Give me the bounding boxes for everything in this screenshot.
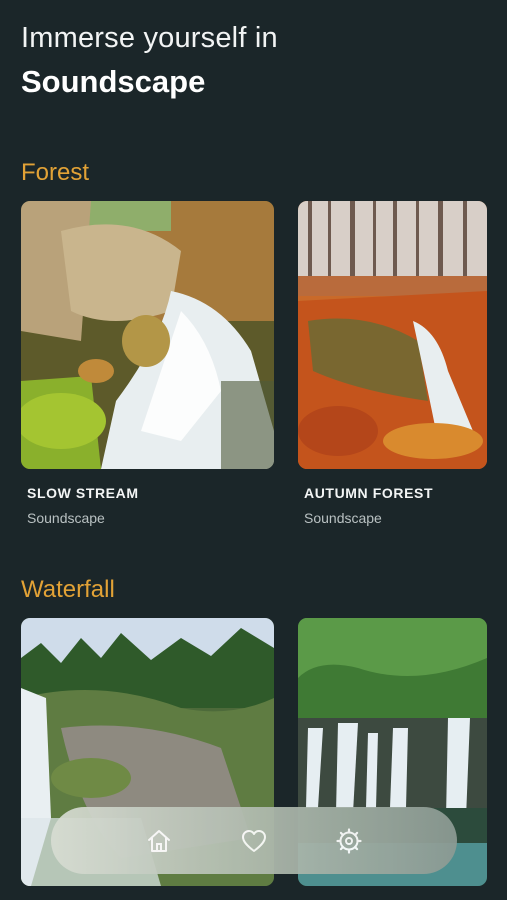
card-title: AUTUMN FOREST <box>304 485 434 501</box>
section-title-waterfall: Waterfall <box>21 576 115 603</box>
card-title: SLOW STREAM <box>27 485 139 501</box>
header-title: Soundscape <box>21 64 206 99</box>
page-header: Immerse yourself in Soundscape <box>21 22 278 100</box>
section-title-forest: Forest <box>21 159 90 186</box>
nav-home-button[interactable] <box>139 821 179 861</box>
card-subtitle: Soundscape <box>304 510 382 526</box>
settings-gear-icon <box>336 827 362 854</box>
forest-row[interactable]: SLOW STREAM Soundscape AUTUMN FOREST Sou… <box>21 201 487 526</box>
autumn-forest-thumbnail[interactable] <box>298 201 487 469</box>
card-slow-stream[interactable]: SLOW STREAM Soundscape <box>21 201 274 526</box>
home-icon <box>147 829 170 852</box>
nav-favorites-button[interactable] <box>234 821 274 861</box>
autumn-forest-image <box>298 201 487 469</box>
header-subtitle: Immerse yourself in <box>21 22 278 54</box>
slow-stream-thumbnail[interactable] <box>21 201 274 469</box>
bottom-nav-bar <box>51 807 457 874</box>
card-autumn-forest[interactable]: AUTUMN FOREST Soundscape <box>298 201 487 526</box>
slow-stream-image <box>21 201 274 469</box>
nav-settings-button[interactable] <box>329 821 369 861</box>
card-subtitle: Soundscape <box>27 510 105 526</box>
heart-icon <box>241 829 266 852</box>
